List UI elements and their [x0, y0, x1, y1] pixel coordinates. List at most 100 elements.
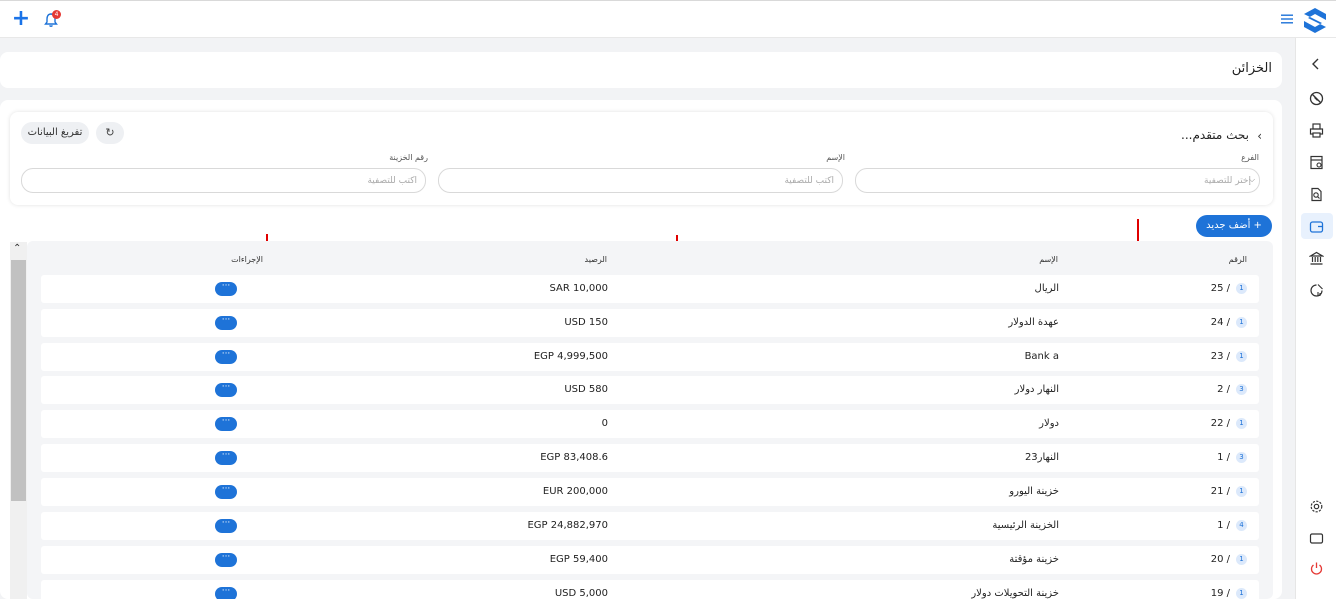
count-badge: 1 — [1236, 351, 1247, 362]
advanced-search-title[interactable]: بحث متقدم... — [1181, 128, 1249, 142]
count-badge: 1 — [1236, 317, 1247, 328]
chevron-left-icon[interactable] — [1306, 54, 1326, 74]
row-actions-button[interactable]: ··· — [215, 282, 237, 296]
row-balance: USD 5,000 — [554, 588, 608, 599]
treasuries-table: الرقم الإسم الرصيد الإجراءات 25 / 1 الريا… — [27, 241, 1273, 599]
row-number: 25 / — [1210, 283, 1230, 294]
row-name: الخزينة الرئيسية — [992, 520, 1059, 531]
scrollbar-thumb[interactable] — [11, 260, 26, 501]
row-name: عهدة الدولار — [1008, 317, 1059, 328]
row-name: خزينة اليورو — [1009, 486, 1059, 497]
table-row[interactable]: 20 / 1 خزينة مؤقتة EGP 59,400 ··· — [41, 546, 1259, 574]
row-actions-button[interactable]: ··· — [215, 451, 237, 465]
row-name: Bank a — [1024, 351, 1059, 362]
table-row[interactable]: 21 / 1 خزينة اليورو EUR 200,000 ··· — [41, 478, 1259, 506]
name-filter-input[interactable] — [438, 168, 843, 193]
row-name: خزينة مؤقتة — [1009, 554, 1059, 565]
receipt-icon[interactable] — [1306, 152, 1326, 172]
row-name: النهار دولار — [1014, 384, 1059, 395]
row-actions-button[interactable]: ··· — [215, 417, 237, 431]
right-sidebar — [1295, 38, 1336, 599]
row-number: 1 / — [1217, 520, 1230, 531]
column-header-actions: الإجراءات — [231, 255, 263, 264]
app-logo-icon — [1304, 8, 1326, 33]
table-row[interactable]: 19 / 1 خزينة التحويلات دولار USD 5,000 ··… — [41, 580, 1259, 599]
row-number: 20 / — [1210, 554, 1230, 565]
page-header: الخزائن — [0, 52, 1282, 88]
row-actions-button[interactable]: ··· — [215, 316, 237, 330]
count-badge: 3 — [1236, 384, 1247, 395]
document-search-icon[interactable] — [1306, 184, 1326, 204]
no-entry-icon[interactable] — [1306, 88, 1326, 108]
chart-icon[interactable] — [1306, 280, 1326, 300]
table-row[interactable]: 2 / 3 النهار دولار USD 580 ··· — [41, 376, 1259, 404]
row-balance: EGP 4,999,500 — [533, 351, 608, 362]
count-badge: 1 — [1236, 283, 1247, 294]
wallet-icon[interactable] — [1306, 216, 1326, 236]
chevron-down-icon: ⌵ — [1249, 175, 1256, 184]
monitor-icon[interactable] — [1306, 528, 1326, 548]
row-name: خزينة التحويلات دولار — [971, 588, 1059, 599]
branch-select[interactable] — [855, 168, 1260, 193]
row-number: 2 / — [1217, 384, 1230, 395]
add-icon[interactable]: + — [11, 8, 31, 30]
count-badge: 1 — [1236, 486, 1247, 497]
row-actions-button[interactable]: ··· — [215, 553, 237, 567]
row-balance: SAR 10,000 — [549, 283, 609, 294]
page-title: الخزائن — [1231, 61, 1272, 76]
table-row[interactable]: 1 / 4 الخزينة الرئيسية EGP 24,882,970 ··· — [41, 512, 1259, 540]
gear-icon[interactable] — [1306, 496, 1326, 516]
row-balance: EGP 83,408.6 — [540, 452, 608, 463]
row-actions-button[interactable]: ··· — [215, 519, 237, 533]
power-icon[interactable] — [1306, 558, 1326, 578]
reset-button[interactable]: ↻ — [96, 122, 124, 144]
row-actions-button[interactable]: ··· — [215, 587, 237, 599]
notification-badge: 4 — [52, 10, 61, 19]
treasury-number-input[interactable] — [21, 168, 426, 193]
chevron-left-icon[interactable]: ‹ — [1257, 129, 1262, 143]
count-badge: 3 — [1236, 452, 1247, 463]
row-name: دولار — [1039, 418, 1059, 429]
row-number: 23 / — [1210, 351, 1230, 362]
advanced-search-panel: ‹ بحث متقدم... ↻ تفريغ البيانات الفرع ⌵ … — [10, 112, 1273, 205]
row-balance: EGP 24,882,970 — [527, 520, 608, 531]
row-name: النهار23 — [1024, 452, 1059, 463]
column-header-number[interactable]: الرقم — [1229, 255, 1247, 264]
row-balance: EGP 59,400 — [549, 554, 608, 565]
table-row[interactable]: 25 / 1 الريال SAR 10,000 ··· — [41, 275, 1259, 303]
table-row[interactable]: 22 / 1 دولار 0 ··· — [41, 410, 1259, 438]
row-actions-button[interactable]: ··· — [215, 383, 237, 397]
table-row[interactable]: 24 / 1 عهدة الدولار USD 150 ··· — [41, 309, 1259, 337]
column-header-name[interactable]: الإسم — [1039, 255, 1058, 264]
row-number: 1 / — [1217, 452, 1230, 463]
column-header-balance[interactable]: الرصيد — [585, 255, 607, 264]
count-badge: 4 — [1236, 520, 1247, 531]
clear-data-button[interactable]: تفريغ البيانات — [21, 122, 89, 144]
row-name: الريال — [1034, 283, 1059, 294]
name-label: الإسم — [826, 153, 845, 162]
count-badge: 1 — [1236, 418, 1247, 429]
top-bar: + 4 — [0, 0, 1336, 38]
count-badge: 1 — [1236, 588, 1247, 599]
row-balance: USD 150 — [564, 317, 608, 328]
table-row[interactable]: 23 / 1 Bank a EGP 4,999,500 ··· — [41, 343, 1259, 371]
branch-label: الفرع — [1241, 153, 1259, 162]
table-scrollbar[interactable]: ⌃ — [10, 242, 27, 599]
row-balance: 0 — [601, 418, 608, 429]
row-actions-button[interactable]: ··· — [215, 485, 237, 499]
menu-icon[interactable] — [1281, 13, 1293, 25]
row-balance: EUR 200,000 — [542, 486, 608, 497]
row-number: 22 / — [1210, 418, 1230, 429]
row-number: 19 / — [1210, 588, 1230, 599]
printer-icon[interactable] — [1306, 120, 1326, 140]
add-new-button[interactable]: + أضف جديد — [1196, 215, 1272, 237]
chevron-up-icon[interactable]: ⌃ — [13, 243, 21, 254]
row-actions-button[interactable]: ··· — [215, 350, 237, 364]
main-content: ‹ بحث متقدم... ↻ تفريغ البيانات الفرع ⌵ … — [0, 100, 1282, 599]
count-badge: 1 — [1236, 554, 1247, 565]
table-row[interactable]: 1 / 3 النهار23 EGP 83,408.6 ··· — [41, 444, 1259, 472]
treasury-number-label: رقم الخزينة — [389, 153, 428, 162]
row-balance: USD 580 — [564, 384, 608, 395]
row-number: 21 / — [1210, 486, 1230, 497]
bank-icon[interactable] — [1306, 248, 1326, 268]
